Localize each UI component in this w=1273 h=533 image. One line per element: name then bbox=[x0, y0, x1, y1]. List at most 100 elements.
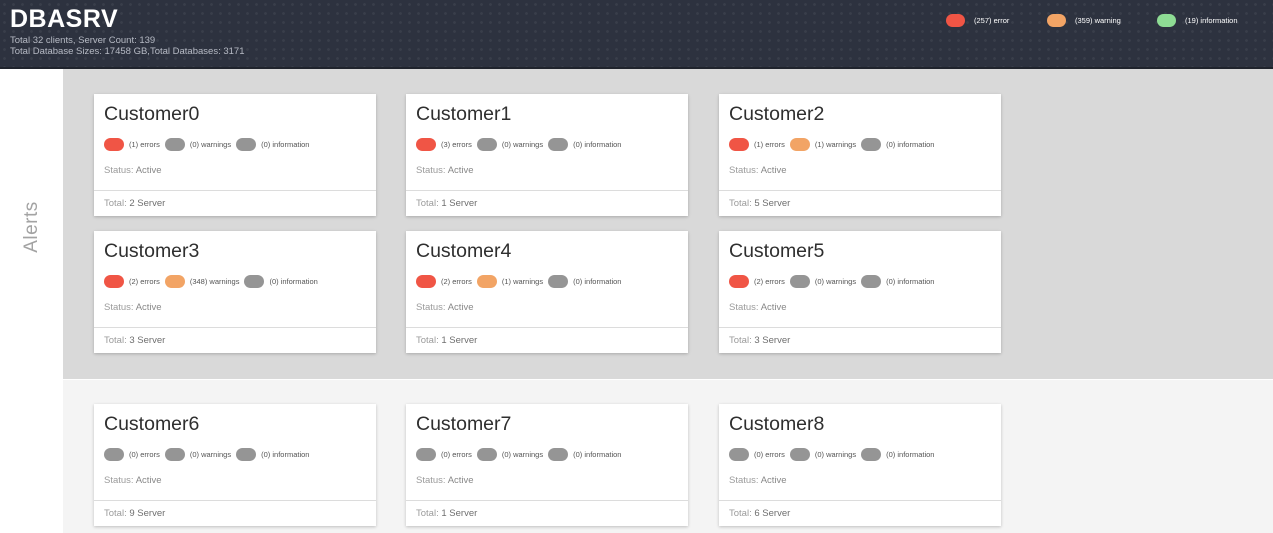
status-value: Active bbox=[447, 165, 474, 176]
customer-name[interactable]: Customer2 bbox=[729, 102, 824, 126]
total-value: 5 Server bbox=[754, 198, 791, 209]
status-value: Active bbox=[760, 165, 787, 176]
customer-name[interactable]: Customer6 bbox=[104, 412, 199, 436]
customer-name[interactable]: Customer5 bbox=[729, 239, 824, 263]
total-label: Total: bbox=[416, 508, 442, 519]
status-label: Status: bbox=[416, 475, 448, 486]
legend-warning-label: (359) warning bbox=[1075, 15, 1121, 25]
legend-information-label: (19) information bbox=[1185, 15, 1238, 25]
customer-name[interactable]: Customer8 bbox=[729, 412, 824, 436]
alert-badges: (0) errors (0) warnings (0) information bbox=[729, 447, 939, 461]
error-indicator-icon bbox=[104, 447, 124, 461]
errors-count: (0) errors bbox=[754, 449, 785, 459]
total-label: Total: bbox=[729, 335, 755, 346]
errors-count: (2) errors bbox=[129, 276, 160, 286]
alert-badges: (0) errors (0) warnings (0) information bbox=[104, 447, 314, 461]
clients-summary: Total 32 clients, Server Count: 139 bbox=[10, 35, 156, 46]
status-value: Active bbox=[447, 475, 474, 486]
customer-card[interactable]: Customer3 (2) errors (348) warnings (0) inf… bbox=[94, 231, 376, 353]
customer-status: Status: Active bbox=[729, 165, 787, 176]
total-value: 2 Server bbox=[129, 198, 166, 209]
alert-badges: (2) errors (1) warnings (0) information bbox=[416, 274, 626, 288]
status-label: Status: bbox=[729, 475, 761, 486]
status-value: Active bbox=[760, 302, 787, 313]
total-label: Total: bbox=[416, 335, 442, 346]
status-label: Status: bbox=[104, 475, 136, 486]
alert-badges: (3) errors (0) warnings (0) information bbox=[416, 137, 626, 151]
customer-card[interactable]: Customer6 (0) errors (0) warnings (0) infor… bbox=[94, 404, 376, 526]
customer-name[interactable]: Customer4 bbox=[416, 239, 511, 263]
app-title: DBASRV bbox=[10, 5, 119, 33]
error-indicator-icon bbox=[104, 274, 124, 288]
warnings-count: (0) warnings bbox=[501, 139, 544, 149]
customer-name[interactable]: Customer1 bbox=[416, 102, 511, 126]
status-label: Status: bbox=[416, 165, 448, 176]
server-total: Total: 1 Server bbox=[416, 508, 477, 519]
error-indicator-icon bbox=[729, 137, 749, 151]
server-total: Total: 9 Server bbox=[104, 508, 165, 519]
status-label: Status: bbox=[104, 165, 136, 176]
customer-card[interactable]: Customer0 (1) errors (0) warnings (0) infor… bbox=[94, 94, 376, 216]
information-count: (0) information bbox=[269, 276, 318, 286]
warning-indicator-icon bbox=[789, 447, 810, 461]
customer-status: Status: Active bbox=[416, 302, 474, 313]
warning-indicator-icon bbox=[164, 137, 185, 151]
warning-indicator-icon bbox=[164, 274, 185, 288]
warning-indicator-icon bbox=[164, 447, 185, 461]
card-divider bbox=[94, 190, 376, 191]
card-divider bbox=[406, 327, 688, 328]
customer-name[interactable]: Customer3 bbox=[104, 239, 199, 263]
customer-card[interactable]: Customer7 (0) errors (0) warnings (0) infor… bbox=[406, 404, 688, 526]
error-indicator-icon bbox=[729, 447, 749, 461]
card-divider bbox=[719, 190, 1001, 191]
database-summary: Total Database Sizes: 17458 GB,Total Dat… bbox=[10, 46, 245, 57]
customer-card[interactable]: Customer2 (1) errors (1) warnings (0) infor… bbox=[719, 94, 1001, 216]
error-indicator-icon bbox=[946, 13, 965, 27]
error-indicator-icon bbox=[729, 274, 749, 288]
warnings-count: (0) warnings bbox=[814, 276, 857, 286]
information-indicator-icon bbox=[861, 447, 882, 461]
customer-card[interactable]: Customer4 (2) errors (1) warnings (0) infor… bbox=[406, 231, 688, 353]
total-value: 1 Server bbox=[441, 198, 478, 209]
customer-name[interactable]: Customer7 bbox=[416, 412, 511, 436]
warnings-count: (0) warnings bbox=[189, 449, 232, 459]
card-divider bbox=[94, 327, 376, 328]
information-indicator-icon bbox=[861, 274, 882, 288]
error-indicator-icon bbox=[416, 137, 436, 151]
total-label: Total: bbox=[729, 508, 755, 519]
server-total: Total: 6 Server bbox=[729, 508, 790, 519]
alert-badges: (1) errors (1) warnings (0) information bbox=[729, 137, 939, 151]
customer-card[interactable]: Customer1 (3) errors (0) warnings (0) infor… bbox=[406, 94, 688, 216]
errors-count: (1) errors bbox=[129, 139, 160, 149]
warning-indicator-icon bbox=[476, 274, 497, 288]
legend-information[interactable]: (19) information bbox=[1157, 13, 1238, 27]
card-divider bbox=[406, 190, 688, 191]
server-total: Total: 5 Server bbox=[729, 198, 790, 209]
customer-status: Status: Active bbox=[729, 302, 787, 313]
server-total: Total: 1 Server bbox=[416, 198, 477, 209]
card-divider bbox=[406, 500, 688, 501]
total-label: Total: bbox=[729, 198, 755, 209]
legend-error[interactable]: (257) error bbox=[946, 13, 1009, 27]
errors-count: (2) errors bbox=[754, 276, 785, 286]
information-indicator-icon bbox=[1157, 13, 1176, 27]
customer-name[interactable]: Customer0 bbox=[104, 102, 199, 126]
customer-status: Status: Active bbox=[104, 165, 162, 176]
card-divider bbox=[719, 327, 1001, 328]
server-total: Total: 3 Server bbox=[104, 335, 165, 346]
information-indicator-icon bbox=[236, 137, 257, 151]
legend-warning[interactable]: (359) warning bbox=[1047, 13, 1121, 27]
total-label: Total: bbox=[104, 508, 130, 519]
server-total: Total: 3 Server bbox=[729, 335, 790, 346]
warning-indicator-icon bbox=[1047, 13, 1066, 27]
alert-badges: (2) errors (0) warnings (0) information bbox=[729, 274, 939, 288]
customer-card[interactable]: Customer5 (2) errors (0) warnings (0) infor… bbox=[719, 231, 1001, 353]
total-value: 1 Server bbox=[441, 335, 478, 346]
information-count: (0) information bbox=[573, 139, 622, 149]
server-total: Total: 1 Server bbox=[416, 335, 477, 346]
customer-status: Status: Active bbox=[416, 165, 474, 176]
customer-card[interactable]: Customer8 (0) errors (0) warnings (0) infor… bbox=[719, 404, 1001, 526]
total-label: Total: bbox=[104, 198, 130, 209]
warnings-count: (0) warnings bbox=[501, 449, 544, 459]
status-value: Active bbox=[760, 475, 787, 486]
